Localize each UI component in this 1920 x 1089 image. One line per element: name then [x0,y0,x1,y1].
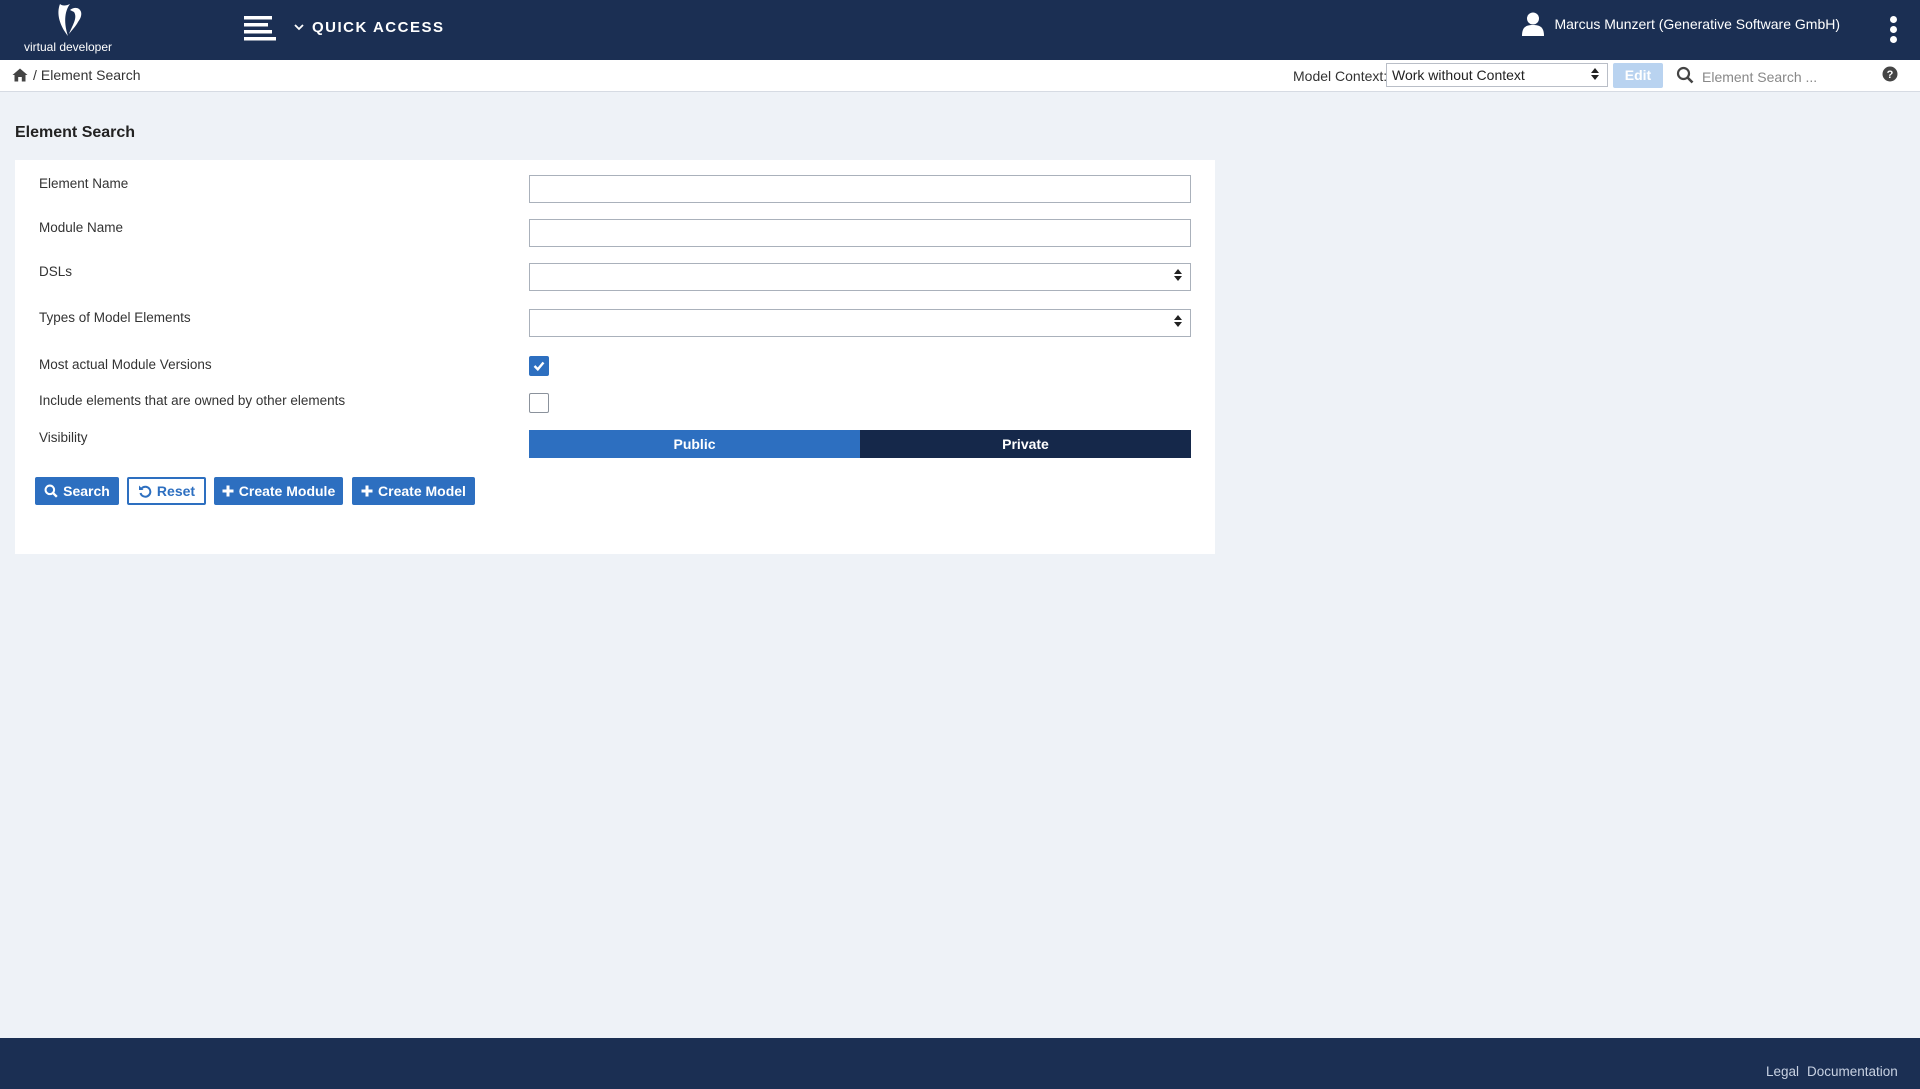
reset-button[interactable]: Reset [127,477,206,505]
visibility-public-option[interactable]: Public [529,430,860,458]
sort-arrows-icon [1591,64,1599,86]
most-actual-checkbox[interactable] [529,356,549,376]
legal-link[interactable]: Legal [1766,1064,1799,1079]
logo-icon [58,4,82,36]
module-name-field[interactable] [529,219,1191,247]
create-module-button[interactable]: Create Module [214,477,343,505]
include-owned-label: Include elements that are owned by other… [39,393,346,408]
svg-text:?: ? [1887,69,1894,81]
plus-icon [222,485,234,497]
quick-access-menu[interactable]: QUICK ACCESS [294,19,444,36]
include-owned-checkbox[interactable] [529,393,549,413]
context-bar: / Element Search Model Context: Work wit… [0,60,1920,92]
logo[interactable]: virtual developer [18,0,118,60]
search-icon [44,484,58,498]
edit-button[interactable]: Edit [1613,63,1663,88]
quick-access-label: QUICK ACCESS [312,19,445,36]
create-model-button[interactable]: Create Model [352,477,475,505]
search-button[interactable]: Search [35,477,119,505]
module-name-label: Module Name [39,220,124,235]
search-icon[interactable] [1676,66,1694,89]
element-name-input[interactable] [530,176,1190,202]
logo-text: virtual developer [23,40,113,54]
visibility-label: Visibility [39,430,88,445]
search-button-label: Search [63,483,110,499]
top-navigation-bar: virtual developer QUICK ACCESS Marcus Mu… [0,0,1920,60]
breadcrumb-current: Element Search [40,67,141,83]
create-module-button-label: Create Module [238,483,336,499]
element-name-label: Element Name [39,176,129,191]
menu-toggle-button[interactable] [244,15,276,43]
plus-icon [361,485,373,497]
module-name-input[interactable] [530,220,1190,246]
sort-arrows-icon [1174,314,1182,332]
dsls-label: DSLs [39,264,73,279]
user-menu[interactable]: Marcus Munzert (Generative Software GmbH… [1522,12,1840,36]
element-search-input[interactable] [1700,63,1884,90]
home-icon[interactable] [12,68,28,82]
undo-icon [138,485,152,498]
user-name: Marcus Munzert (Generative Software GmbH… [1554,16,1840,32]
help-icon[interactable]: ? [1882,66,1898,87]
documentation-link[interactable]: Documentation [1807,1064,1898,1079]
visibility-private-option[interactable]: Private [860,430,1191,458]
create-model-button-label: Create Model [378,483,466,499]
reset-button-label: Reset [156,483,196,499]
model-context-label: Model Context: [1293,68,1388,84]
dsls-select[interactable] [529,263,1191,291]
sort-arrows-icon [1174,268,1182,286]
chevron-down-icon [294,22,304,34]
most-actual-label: Most actual Module Versions [39,357,212,372]
user-icon [1522,12,1545,36]
model-context-select[interactable]: Work without Context [1386,63,1608,87]
types-label: Types of Model Elements [39,310,191,325]
element-name-field[interactable] [529,175,1191,203]
kebab-menu-icon[interactable] [1888,16,1898,44]
element-search-form: Element Name Module Name DSLs Types of M… [15,160,1215,554]
visibility-toggle: Public Private [529,430,1191,458]
page-title: Element Search [15,124,136,141]
model-context-value: Work without Context [1392,67,1525,83]
menu-icon [244,16,276,41]
breadcrumb: / Element Search [12,67,141,83]
types-select[interactable] [529,309,1191,337]
footer: Legal Documentation [0,1038,1920,1089]
checkmark-icon [533,361,545,372]
breadcrumb-separator: / [33,67,37,83]
